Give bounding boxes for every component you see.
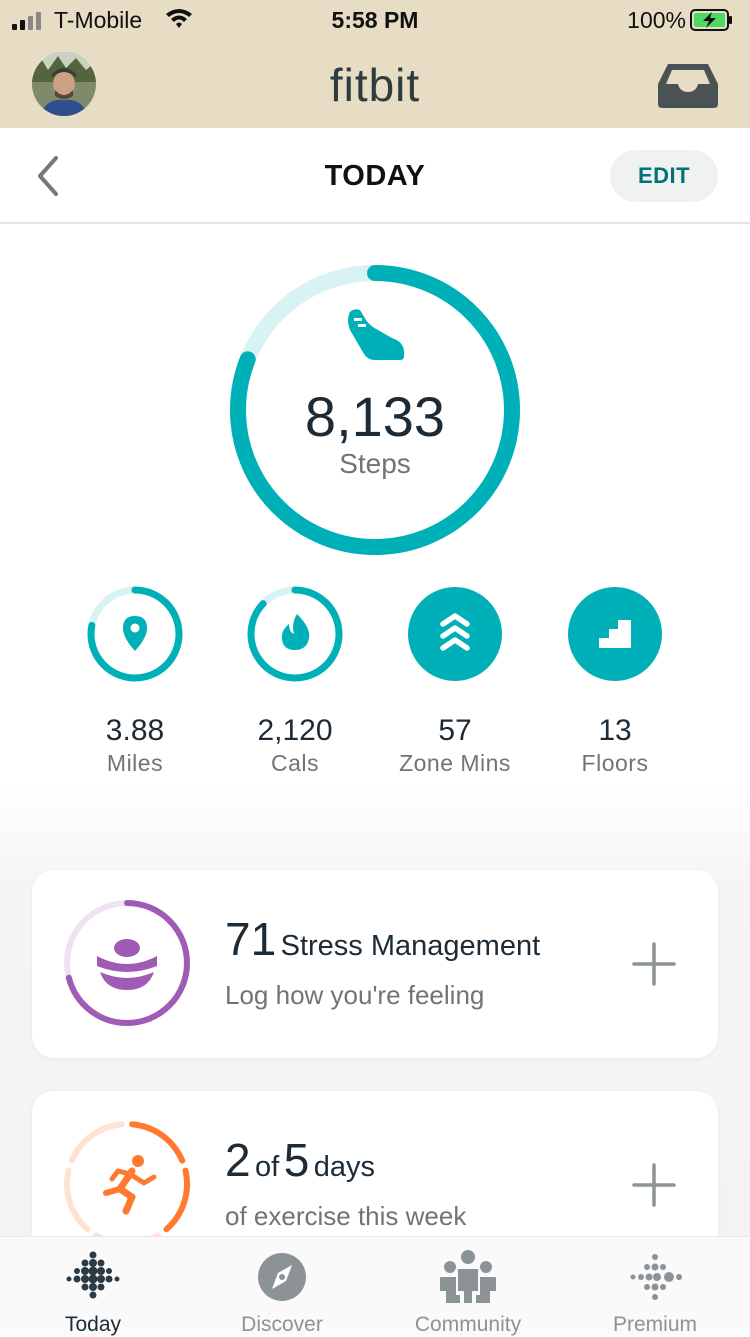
battery-charging-icon <box>690 9 732 31</box>
zone-minutes-value: 57 <box>438 714 472 747</box>
exercise-day-segment <box>163 1167 191 1233</box>
exercise-goal-count: 5 <box>283 1134 310 1186</box>
runner-icon <box>103 1155 157 1215</box>
location-pin-icon <box>123 616 147 651</box>
inbox-icon[interactable] <box>658 62 718 108</box>
miles-ring <box>87 586 183 682</box>
tab-community-label: Community <box>414 1313 522 1336</box>
miles-label: Miles <box>106 750 164 776</box>
tab-today-label: Today <box>64 1313 122 1336</box>
exercise-day-segment <box>129 1121 186 1164</box>
stress-title: Stress Management <box>280 930 541 962</box>
steps-count: 8,133 <box>304 385 446 448</box>
premium-dots-icon <box>630 1254 682 1300</box>
tab-discover-label: Discover <box>241 1313 323 1336</box>
today-nav-bar: TODAY EDIT <box>0 128 750 224</box>
stress-management-card[interactable]: 71 Stress Management Log how you're feel… <box>32 870 718 1058</box>
stat-calories[interactable]: 2,120 Cals <box>215 584 375 777</box>
stress-meditation-icon <box>97 939 157 990</box>
miles-value: 3.88 <box>105 714 165 747</box>
dashboard-content[interactable]: 8,133 Steps 3.88 Miles 2,120 Cals 57 Zon… <box>0 224 750 1236</box>
exercise-unit: days <box>313 1151 375 1183</box>
fitbit-dots-icon <box>66 1251 120 1299</box>
stress-subtitle: Log how you're feeling <box>225 980 485 1010</box>
community-icon <box>440 1250 496 1303</box>
exercise-heading: 2 of 5 days <box>225 1133 375 1187</box>
exercise-goal-card[interactable]: 2 of 5 days of exercise this week <box>32 1091 718 1236</box>
floors-value: 13 <box>598 714 632 747</box>
battery-percent: 100% <box>627 7 686 33</box>
tab-today[interactable]: Today <box>13 1247 173 1337</box>
tab-premium[interactable]: Premium <box>575 1247 735 1337</box>
tab-community[interactable]: Community <box>388 1247 548 1337</box>
app-logo: fitbit <box>329 59 421 111</box>
exercise-done-count: 2 <box>225 1134 251 1186</box>
calories-ring <box>247 586 343 682</box>
calories-label: Cals <box>270 750 319 776</box>
exercise-day-segment <box>63 1167 91 1233</box>
edit-button[interactable]: EDIT <box>610 150 718 202</box>
plus-icon[interactable] <box>632 942 676 986</box>
zone-minutes-label: Zone Mins <box>399 750 511 776</box>
bottom-tab-bar: Today Discover Community Premium <box>0 1236 750 1337</box>
zone-minutes-ring <box>408 587 502 681</box>
header-bar: T-Mobile 5:58 PM 100% fitbit <box>0 0 750 128</box>
floors-label: Floors <box>581 750 649 776</box>
stress-heading: 71 Stress Management <box>225 912 540 966</box>
stat-zone-minutes[interactable]: 57 Zone Mins <box>375 584 535 777</box>
plus-icon[interactable] <box>632 1163 676 1207</box>
shoe-icon <box>348 309 404 360</box>
status-bar: T-Mobile 5:58 PM 100% <box>0 0 750 40</box>
flame-icon <box>281 614 310 650</box>
exercise-subtitle: of exercise this week <box>225 1201 467 1231</box>
compass-icon <box>258 1253 306 1301</box>
steps-label: Steps <box>339 448 411 479</box>
stat-miles[interactable]: 3.88 Miles <box>55 584 215 777</box>
stat-floors[interactable]: 13 Floors <box>535 584 695 777</box>
exercise-of-text: of <box>255 1151 280 1183</box>
tab-premium-label: Premium <box>612 1313 697 1336</box>
stress-ring <box>64 900 190 1026</box>
exercise-day-segment <box>68 1121 125 1164</box>
calories-value: 2,120 <box>257 714 333 747</box>
stress-score: 71 <box>225 913 277 965</box>
floors-ring <box>568 587 662 681</box>
tab-discover[interactable]: Discover <box>202 1247 362 1337</box>
exercise-ring <box>63 1121 191 1236</box>
